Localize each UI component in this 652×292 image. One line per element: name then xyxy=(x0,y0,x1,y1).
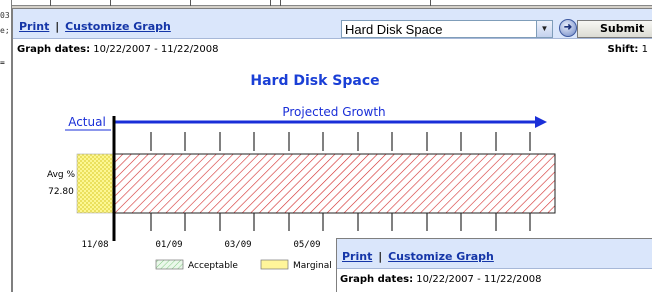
x-tick-label: 11/08 xyxy=(81,240,108,250)
value-label: 72.80 xyxy=(48,187,74,197)
background-scroll-mark: = xyxy=(0,58,5,67)
legend-label-acceptable: Acceptable xyxy=(188,261,238,271)
bar-segment-acceptable xyxy=(113,153,556,214)
legend-swatch-acceptable xyxy=(155,259,184,270)
front-graph-dates-label: Graph dates: xyxy=(340,274,414,285)
overlapping-report-window: Print | Customize Graph Graph dates: 10/… xyxy=(336,238,652,292)
background-tick xyxy=(110,0,111,6)
projection-label: Projected Growth xyxy=(282,105,385,119)
background-tick xyxy=(430,0,431,6)
front-toolbar-links: Print | Customize Graph xyxy=(342,250,494,263)
background-tick xyxy=(50,0,51,6)
y-axis-label: Avg % xyxy=(47,170,76,180)
front-toolbar: Print | Customize Graph xyxy=(337,239,652,269)
front-link-separator: | xyxy=(378,250,383,263)
screen: 03 e; = Print | Customize Graph Hard Dis… xyxy=(0,0,652,292)
actual-label: Actual xyxy=(68,115,106,129)
background-tick xyxy=(280,0,281,6)
background-tick xyxy=(270,0,271,6)
bar-segment-marginal xyxy=(76,153,115,214)
background-tick xyxy=(190,0,191,6)
front-print-link[interactable]: Print xyxy=(342,250,372,263)
x-tick-label: 05/09 xyxy=(293,240,320,250)
chart-title: Hard Disk Space xyxy=(250,73,379,89)
x-tick-label: 01/09 xyxy=(155,240,182,250)
legend-swatch-marginal xyxy=(260,259,289,270)
legend-label-marginal: Marginal xyxy=(293,261,332,271)
background-fragment: e; xyxy=(0,26,10,35)
background-window-left: 03 e; = xyxy=(0,0,12,292)
projection-arrowhead xyxy=(535,116,547,128)
front-customize-graph-link[interactable]: Customize Graph xyxy=(388,250,494,263)
front-graph-dates-range: 10/22/2007 - 11/22/2008 xyxy=(416,274,542,285)
front-graph-dates: Graph dates: 10/22/2007 - 11/22/2008 xyxy=(340,274,542,285)
background-fragment: 03 xyxy=(0,11,10,20)
x-tick-label: 03/09 xyxy=(224,240,251,250)
background-window-top xyxy=(12,0,652,6)
